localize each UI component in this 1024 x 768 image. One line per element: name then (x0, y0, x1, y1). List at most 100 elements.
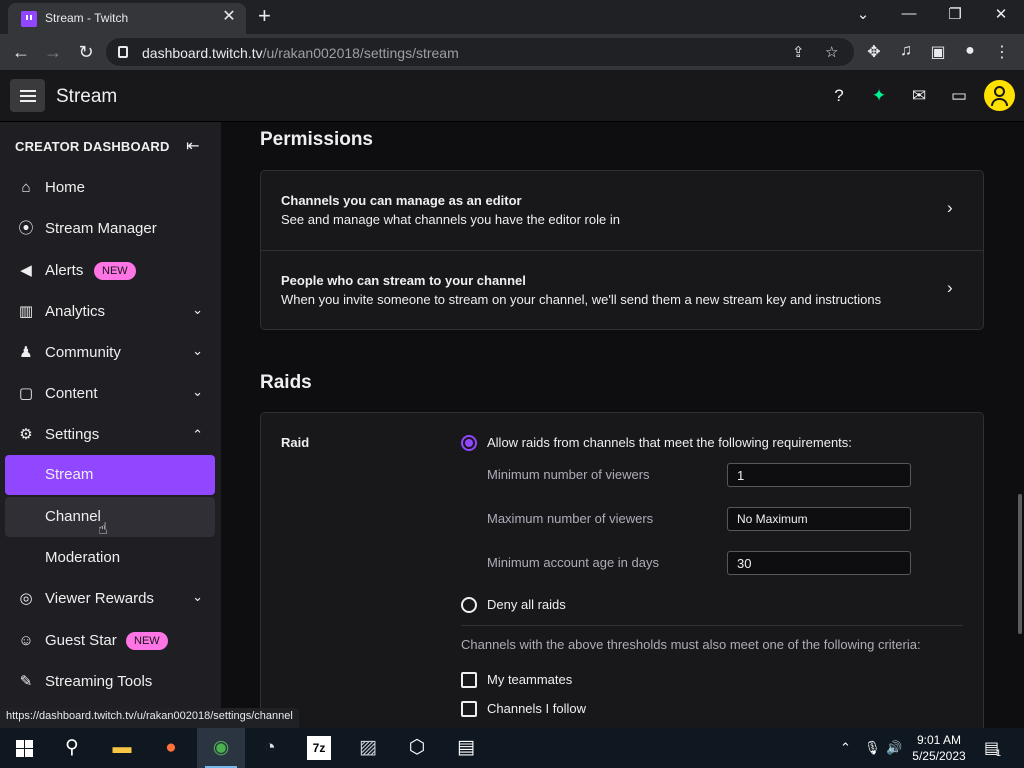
teammates-label: My teammates (487, 672, 573, 687)
profile-icon[interactable]: ● (960, 42, 980, 60)
tab-search-icon[interactable]: ⌄ (853, 5, 873, 23)
sidebar-item-label: Home (45, 179, 86, 196)
side-panel-icon[interactable]: ▣ (928, 42, 948, 62)
app-button[interactable]: ▨ (344, 728, 392, 768)
microphone-icon[interactable]: 🎙 (864, 740, 881, 756)
scrollbar-thumb[interactable] (1018, 494, 1022, 634)
sidebar-item-moderation[interactable]: Moderation (5, 538, 215, 578)
menu-icon[interactable]: ⋮ (992, 42, 1012, 62)
sidebar-item-settings[interactable]: ⚙ Settings ⌃ (5, 415, 215, 455)
editor-channels-row[interactable]: Channels you can manage as an editor See… (261, 171, 983, 251)
community-icon: ♟ (19, 344, 33, 361)
twitch-top-nav: Stream ? ✦ ✉ ▭ (0, 70, 1024, 122)
browser-tab[interactable]: Stream - Twitch ✕ (8, 3, 246, 34)
teammates-checkbox[interactable] (461, 672, 477, 688)
sparkle-icon[interactable]: ✦ (868, 86, 890, 106)
sidebar-item-channel[interactable]: Channel ☝ (5, 497, 215, 538)
restore-icon[interactable]: ❐ (945, 5, 965, 23)
min-viewers-input[interactable]: 1 (727, 463, 911, 487)
sidebar-item-viewer-rewards[interactable]: ◎ Viewer Rewards ⌄ (5, 579, 215, 619)
system-clock[interactable]: 9:01 AM 5/25/2023 (906, 732, 972, 764)
7zip-button[interactable]: 7z (295, 728, 343, 768)
followed-channels-checkbox[interactable] (461, 701, 477, 717)
deny-raids-radio[interactable] (461, 597, 477, 613)
twitch-favicon-icon (21, 11, 37, 27)
firefox-button[interactable]: ● (147, 728, 195, 768)
sidebar-item-home[interactable]: ⌂ Home (5, 168, 215, 208)
extensions-icon[interactable]: ✥ (864, 42, 884, 62)
close-tab-icon[interactable]: ✕ (220, 8, 238, 26)
sidebar-item-label: Moderation (45, 549, 121, 566)
clapperboard-icon: ▤ (457, 737, 475, 758)
start-button[interactable] (0, 728, 48, 768)
clapper-button[interactable]: ▤ (442, 728, 490, 768)
max-viewers-label: Maximum number of viewers (487, 511, 654, 526)
analytics-icon: ▥ (18, 303, 34, 320)
sidebar-item-label: Channel (45, 508, 101, 525)
back-icon[interactable]: ← (11, 42, 31, 62)
windows-logo-icon (16, 740, 33, 757)
reload-icon[interactable]: ↻ (76, 42, 96, 62)
max-viewers-input[interactable]: No Maximum (727, 507, 911, 531)
sidebar-item-alerts[interactable]: ◀ Alerts NEW (5, 251, 215, 291)
url-text[interactable]: dashboard.twitch.tv/u/rakan002018/settin… (142, 45, 459, 61)
forward-icon[interactable]: → (43, 42, 63, 62)
sidebar-item-content[interactable]: ▢ Content ⌄ (5, 374, 215, 414)
sidebar-item-label: Guest Star (45, 632, 117, 649)
deny-raids-label: Deny all raids (487, 597, 566, 612)
criteria-text: Channels with the above thresholds must … (461, 637, 921, 652)
sidebar-item-label: Stream (45, 466, 94, 483)
chevron-right-icon: › (947, 278, 953, 297)
cube-icon: ⬡ (408, 737, 426, 758)
share-icon[interactable]: ⇪ (792, 43, 805, 61)
collapse-sidebar-icon[interactable]: ⇤ (186, 136, 199, 156)
allow-raids-label: Allow raids from channels that meet the … (487, 435, 852, 450)
address-bar[interactable]: dashboard.twitch.tv/u/rakan002018/settin… (106, 38, 854, 66)
sidebar-item-analytics[interactable]: ▥ Analytics ⌄ (5, 292, 215, 332)
allow-raids-radio[interactable] (461, 435, 477, 451)
close-window-icon[interactable]: ✕ (991, 5, 1011, 23)
volume-icon[interactable]: 🔊 (886, 740, 902, 756)
tray-chevron-up-icon[interactable]: ⌃ (840, 740, 851, 756)
user-avatar[interactable] (984, 80, 1015, 111)
sidebar-item-stream[interactable]: Stream (5, 455, 215, 495)
help-icon[interactable]: ? (828, 86, 850, 106)
raids-card: Raid Allow raids from channels that meet… (260, 412, 984, 728)
browser-toolbar: ← → ↻ dashboard.twitch.tv/u/rakan002018/… (0, 34, 1024, 70)
search-button[interactable]: ⚲ (48, 728, 96, 768)
permissions-heading: Permissions (260, 129, 373, 150)
hamburger-menu-icon[interactable] (10, 79, 45, 112)
sidebar-item-guest-star[interactable]: ☺ Guest Star NEW (5, 621, 215, 661)
chevron-right-icon: › (947, 198, 953, 217)
page-scrollbar[interactable] (1016, 122, 1024, 728)
3d-viewer-button[interactable]: ⬡ (393, 728, 441, 768)
sidebar-item-stream-manager[interactable]: ⦿ Stream Manager (5, 209, 215, 249)
sidebar-header: CREATOR DASHBOARD (15, 139, 170, 154)
min-viewers-label: Minimum number of viewers (487, 467, 650, 482)
bookmark-star-icon[interactable]: ☆ (825, 43, 838, 61)
obs-button[interactable]: ◔ (246, 728, 294, 768)
min-account-age-input[interactable]: 30 (727, 551, 911, 575)
new-tab-icon[interactable]: + (258, 5, 271, 27)
row-description: See and manage what channels you have th… (281, 212, 620, 227)
chevron-up-icon: ⌃ (192, 427, 203, 442)
search-icon: ⚲ (65, 737, 79, 758)
media-control-icon[interactable]: ♫ (896, 42, 916, 60)
chrome-button[interactable]: ◉ (197, 728, 245, 768)
stream-together-row[interactable]: People who can stream to your channel Wh… (261, 251, 983, 331)
windows-taskbar: ⚲ ▬ ● ◉ ◔ 7z ▨ ⬡ ▤ ⌃ 🎙 🔊 9:01 AM 5/25/20… (0, 728, 1024, 768)
inbox-icon[interactable]: ✉ (908, 86, 930, 106)
lock-icon[interactable] (118, 46, 128, 58)
whispers-icon[interactable]: ▭ (948, 86, 970, 106)
sidebar-item-label: Content (45, 385, 98, 402)
app-window-icon: ▨ (359, 737, 377, 758)
file-explorer-button[interactable]: ▬ (98, 728, 146, 768)
minimize-icon[interactable]: — (899, 5, 919, 22)
broadcast-icon: ⦿ (18, 220, 34, 237)
guest-star-icon: ☺ (18, 632, 34, 649)
sidebar-item-community[interactable]: ♟ Community ⌄ (5, 333, 215, 373)
min-account-age-label: Minimum account age in days (487, 555, 659, 570)
new-badge: NEW (126, 632, 168, 650)
sidebar-item-label: Settings (45, 426, 100, 443)
sidebar-item-streaming-tools[interactable]: ✎ Streaming Tools (5, 662, 215, 702)
